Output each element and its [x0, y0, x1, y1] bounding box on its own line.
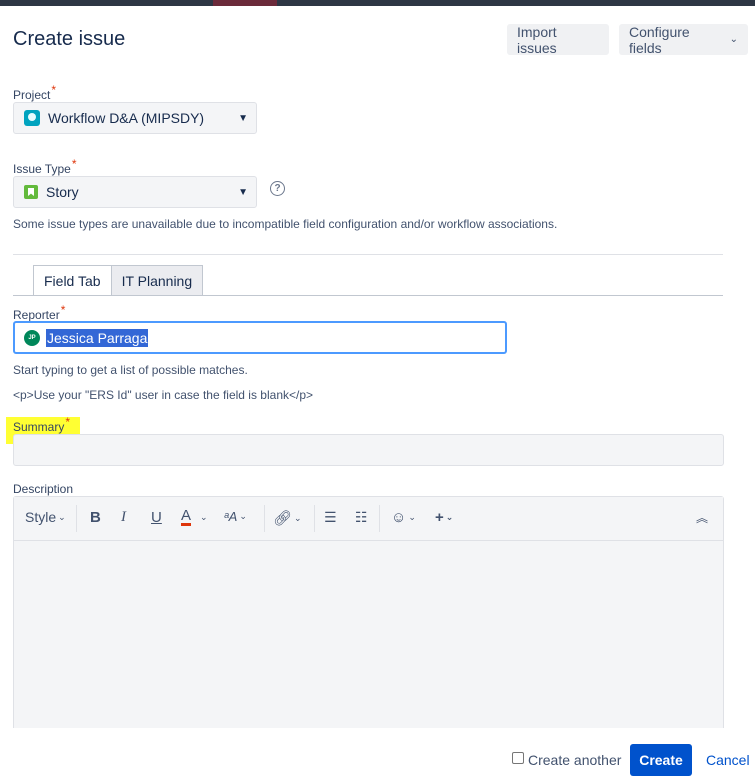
- plus-icon: +: [435, 509, 444, 526]
- create-another-label[interactable]: Create another: [528, 752, 621, 768]
- chevron-up-icon: ︽: [696, 511, 709, 525]
- toolbar-separator: [76, 505, 77, 532]
- underline-button[interactable]: U: [151, 509, 162, 526]
- chevron-down-icon: ⌄: [294, 512, 302, 523]
- story-icon: [24, 185, 38, 199]
- link-dropdown[interactable]: 🔗︎ ⌄: [273, 509, 302, 527]
- reporter-label: Reporter*: [13, 303, 66, 322]
- editor-toolbar: Style ⌄ B I U A ⌄ ᵃA ⌄ 🔗︎ ⌄ ☰ ☷ ☺ ⌄ + ⌄ ︽: [14, 497, 723, 541]
- configure-fields-button[interactable]: Configure fields ⌄: [619, 23, 748, 56]
- description-editor[interactable]: Style ⌄ B I U A ⌄ ᵃA ⌄ 🔗︎ ⌄ ☰ ☷ ☺ ⌄ + ⌄ ︽: [13, 496, 724, 736]
- help-icon[interactable]: ?: [270, 181, 285, 196]
- bullet-list-icon: ☰: [324, 509, 337, 525]
- required-marker: *: [51, 83, 57, 97]
- configure-fields-label: Configure fields: [629, 23, 690, 56]
- tabs-underline: [13, 295, 723, 296]
- toolbar-separator: [264, 505, 265, 532]
- import-issues-button[interactable]: Import issues: [507, 24, 609, 56]
- top-navigation-bar: [0, 0, 755, 6]
- style-dropdown[interactable]: Style ⌄: [25, 509, 66, 525]
- required-marker: *: [65, 415, 71, 429]
- dialog-title: Create issue: [13, 28, 126, 50]
- avatar: JP: [24, 329, 40, 346]
- reporter-input[interactable]: JP Jessica Parraga: [13, 321, 507, 354]
- reporter-hint: Start typing to get a list of possible m…: [13, 363, 248, 377]
- bullet-list-button[interactable]: ☰: [324, 509, 337, 526]
- tab-field-tab[interactable]: Field Tab: [33, 265, 112, 296]
- text-color-icon: A: [181, 507, 192, 526]
- numbered-list-button[interactable]: ☷: [355, 509, 368, 526]
- italic-button[interactable]: I: [121, 509, 126, 526]
- cancel-link[interactable]: Cancel: [706, 752, 750, 768]
- chevron-down-icon: ▼: [238, 112, 248, 124]
- project-label: Project*: [13, 83, 57, 102]
- chevron-down-icon: ⌄: [58, 511, 66, 522]
- project-select[interactable]: Workflow D&A (MIPSDY) ▼: [13, 102, 257, 134]
- chevron-down-icon: ⌄: [445, 512, 454, 522]
- top-bar-accent: [213, 0, 277, 6]
- reporter-value: Jessica Parraga: [46, 328, 149, 347]
- required-marker: *: [71, 157, 77, 171]
- issue-type-select[interactable]: Story ▼: [13, 176, 257, 208]
- reporter-ers-hint: <p>Use your "ERS Id" user in case the fi…: [13, 388, 314, 402]
- tab-it-planning[interactable]: IT Planning: [111, 265, 204, 296]
- toolbar-separator: [314, 505, 315, 532]
- text-format-icon: ᵃA: [224, 509, 238, 524]
- text-color-button[interactable]: A ⌄: [181, 507, 208, 526]
- create-another-checkbox[interactable]: [512, 752, 524, 764]
- project-avatar-icon: [24, 110, 40, 126]
- issue-type-note: Some issue types are unavailable due to …: [13, 217, 558, 231]
- divider: [13, 254, 723, 255]
- insert-more-dropdown[interactable]: + ⌄: [435, 509, 453, 526]
- numbered-list-icon: ☷: [355, 509, 368, 525]
- issue-type-value: Story: [46, 184, 79, 200]
- chevron-down-icon: ⌄: [729, 34, 738, 45]
- required-marker: *: [60, 303, 66, 317]
- chevron-down-icon: ⌄: [239, 511, 247, 521]
- project-value: Workflow D&A (MIPSDY): [48, 110, 205, 126]
- description-label: Description: [13, 482, 74, 496]
- create-button[interactable]: Create: [630, 744, 692, 776]
- field-tabs: Field Tab IT Planning: [33, 265, 204, 296]
- link-icon: 🔗︎: [273, 510, 293, 527]
- text-format-dropdown[interactable]: ᵃA ⌄: [224, 509, 247, 524]
- collapse-toolbar-button[interactable]: ︽: [696, 509, 708, 526]
- chevron-down-icon: ⌄: [408, 512, 416, 522]
- summary-input[interactable]: [13, 434, 724, 466]
- toolbar-separator: [379, 505, 380, 532]
- emoji-dropdown[interactable]: ☺ ⌄: [391, 509, 416, 526]
- issue-type-label: Issue Type*: [13, 157, 77, 176]
- bold-button[interactable]: B: [90, 509, 101, 526]
- summary-label: Summary*: [13, 415, 71, 434]
- chevron-down-icon: ▼: [238, 186, 248, 198]
- emoji-icon: ☺: [391, 509, 407, 526]
- chevron-down-icon: ⌄: [200, 512, 208, 522]
